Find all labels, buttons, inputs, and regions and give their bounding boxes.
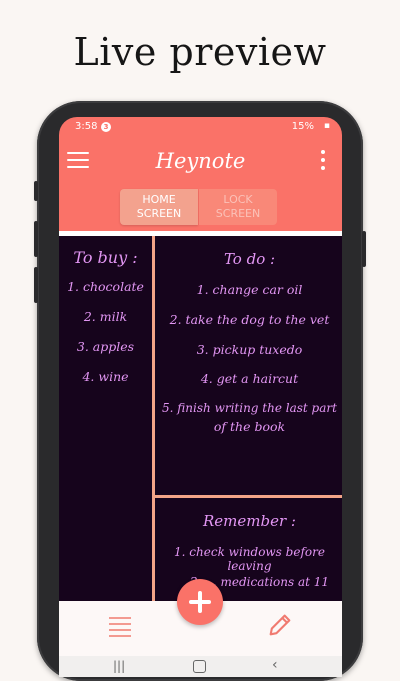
- to-buy-item: 1. chocolate: [67, 279, 144, 294]
- home-screen-tab-line1: HOME: [142, 193, 176, 206]
- pencil-icon[interactable]: [266, 611, 294, 639]
- to-do-item: 3. pickup tuxedo: [196, 342, 303, 357]
- battery-level: 15%: [291, 121, 314, 132]
- horizontal-divider: [155, 495, 342, 498]
- home-screen-tab-line2: SCREEN: [136, 207, 182, 220]
- phone-side-button: [34, 181, 38, 201]
- lock-screen-tab-line2: SCREEN: [215, 207, 261, 220]
- to-do-item: 1. change car oil: [196, 282, 303, 297]
- note-preview[interactable]: To buy : 1. chocolate 2. milk 3. apples …: [59, 236, 342, 602]
- to-buy-heading: To buy :: [73, 248, 138, 267]
- to-do-item: 2. take the dog to the vet: [169, 312, 330, 327]
- to-do-heading: To do :: [223, 250, 276, 268]
- status-bar: 3:58 3 15% ▪: [59, 117, 342, 137]
- phone-side-button: [34, 221, 38, 257]
- to-buy-item: 3. apples: [76, 339, 135, 354]
- add-note-button[interactable]: [177, 579, 223, 625]
- back-icon[interactable]: ‹: [272, 657, 278, 673]
- remember-item: 1. check windows before leaving: [174, 545, 325, 573]
- to-do-item: 4. get a haircut: [200, 371, 299, 386]
- more-vertical-icon[interactable]: [321, 150, 325, 172]
- recent-apps-icon[interactable]: |||: [113, 659, 125, 673]
- plus-icon: [198, 591, 202, 613]
- lock-screen-tab[interactable]: LOCK SCREEN: [199, 189, 277, 225]
- phone-screen: 3:58 3 15% ▪ Heynote HOME SCREEN LOCK SC…: [59, 117, 342, 677]
- status-time: 3:58: [75, 121, 98, 132]
- home-icon[interactable]: [193, 660, 206, 673]
- screen-toggle: HOME SCREEN LOCK SCREEN: [120, 189, 277, 225]
- notification-badge: 3: [101, 122, 111, 132]
- vertical-divider: [152, 236, 155, 602]
- to-buy-item: 2. milk: [83, 309, 128, 324]
- to-do-item-continued: of the book: [213, 419, 286, 434]
- list-icon[interactable]: [109, 617, 131, 641]
- to-buy-item: 4. wine: [82, 369, 129, 384]
- app-title: Heynote: [155, 149, 246, 173]
- battery-icon: ▪: [323, 121, 330, 131]
- to-do-item: 5. finish writing the last part: [162, 401, 337, 415]
- system-nav-bar: ||| ‹: [59, 656, 342, 677]
- remember-heading: Remember :: [203, 512, 296, 530]
- home-screen-tab[interactable]: HOME SCREEN: [120, 189, 198, 225]
- phone-power-button: [362, 231, 366, 267]
- phone-side-button: [34, 267, 38, 303]
- lock-screen-tab-line1: LOCK: [223, 193, 253, 206]
- page-caption: Live preview: [73, 30, 327, 74]
- app-bar: Heynote: [59, 137, 342, 185]
